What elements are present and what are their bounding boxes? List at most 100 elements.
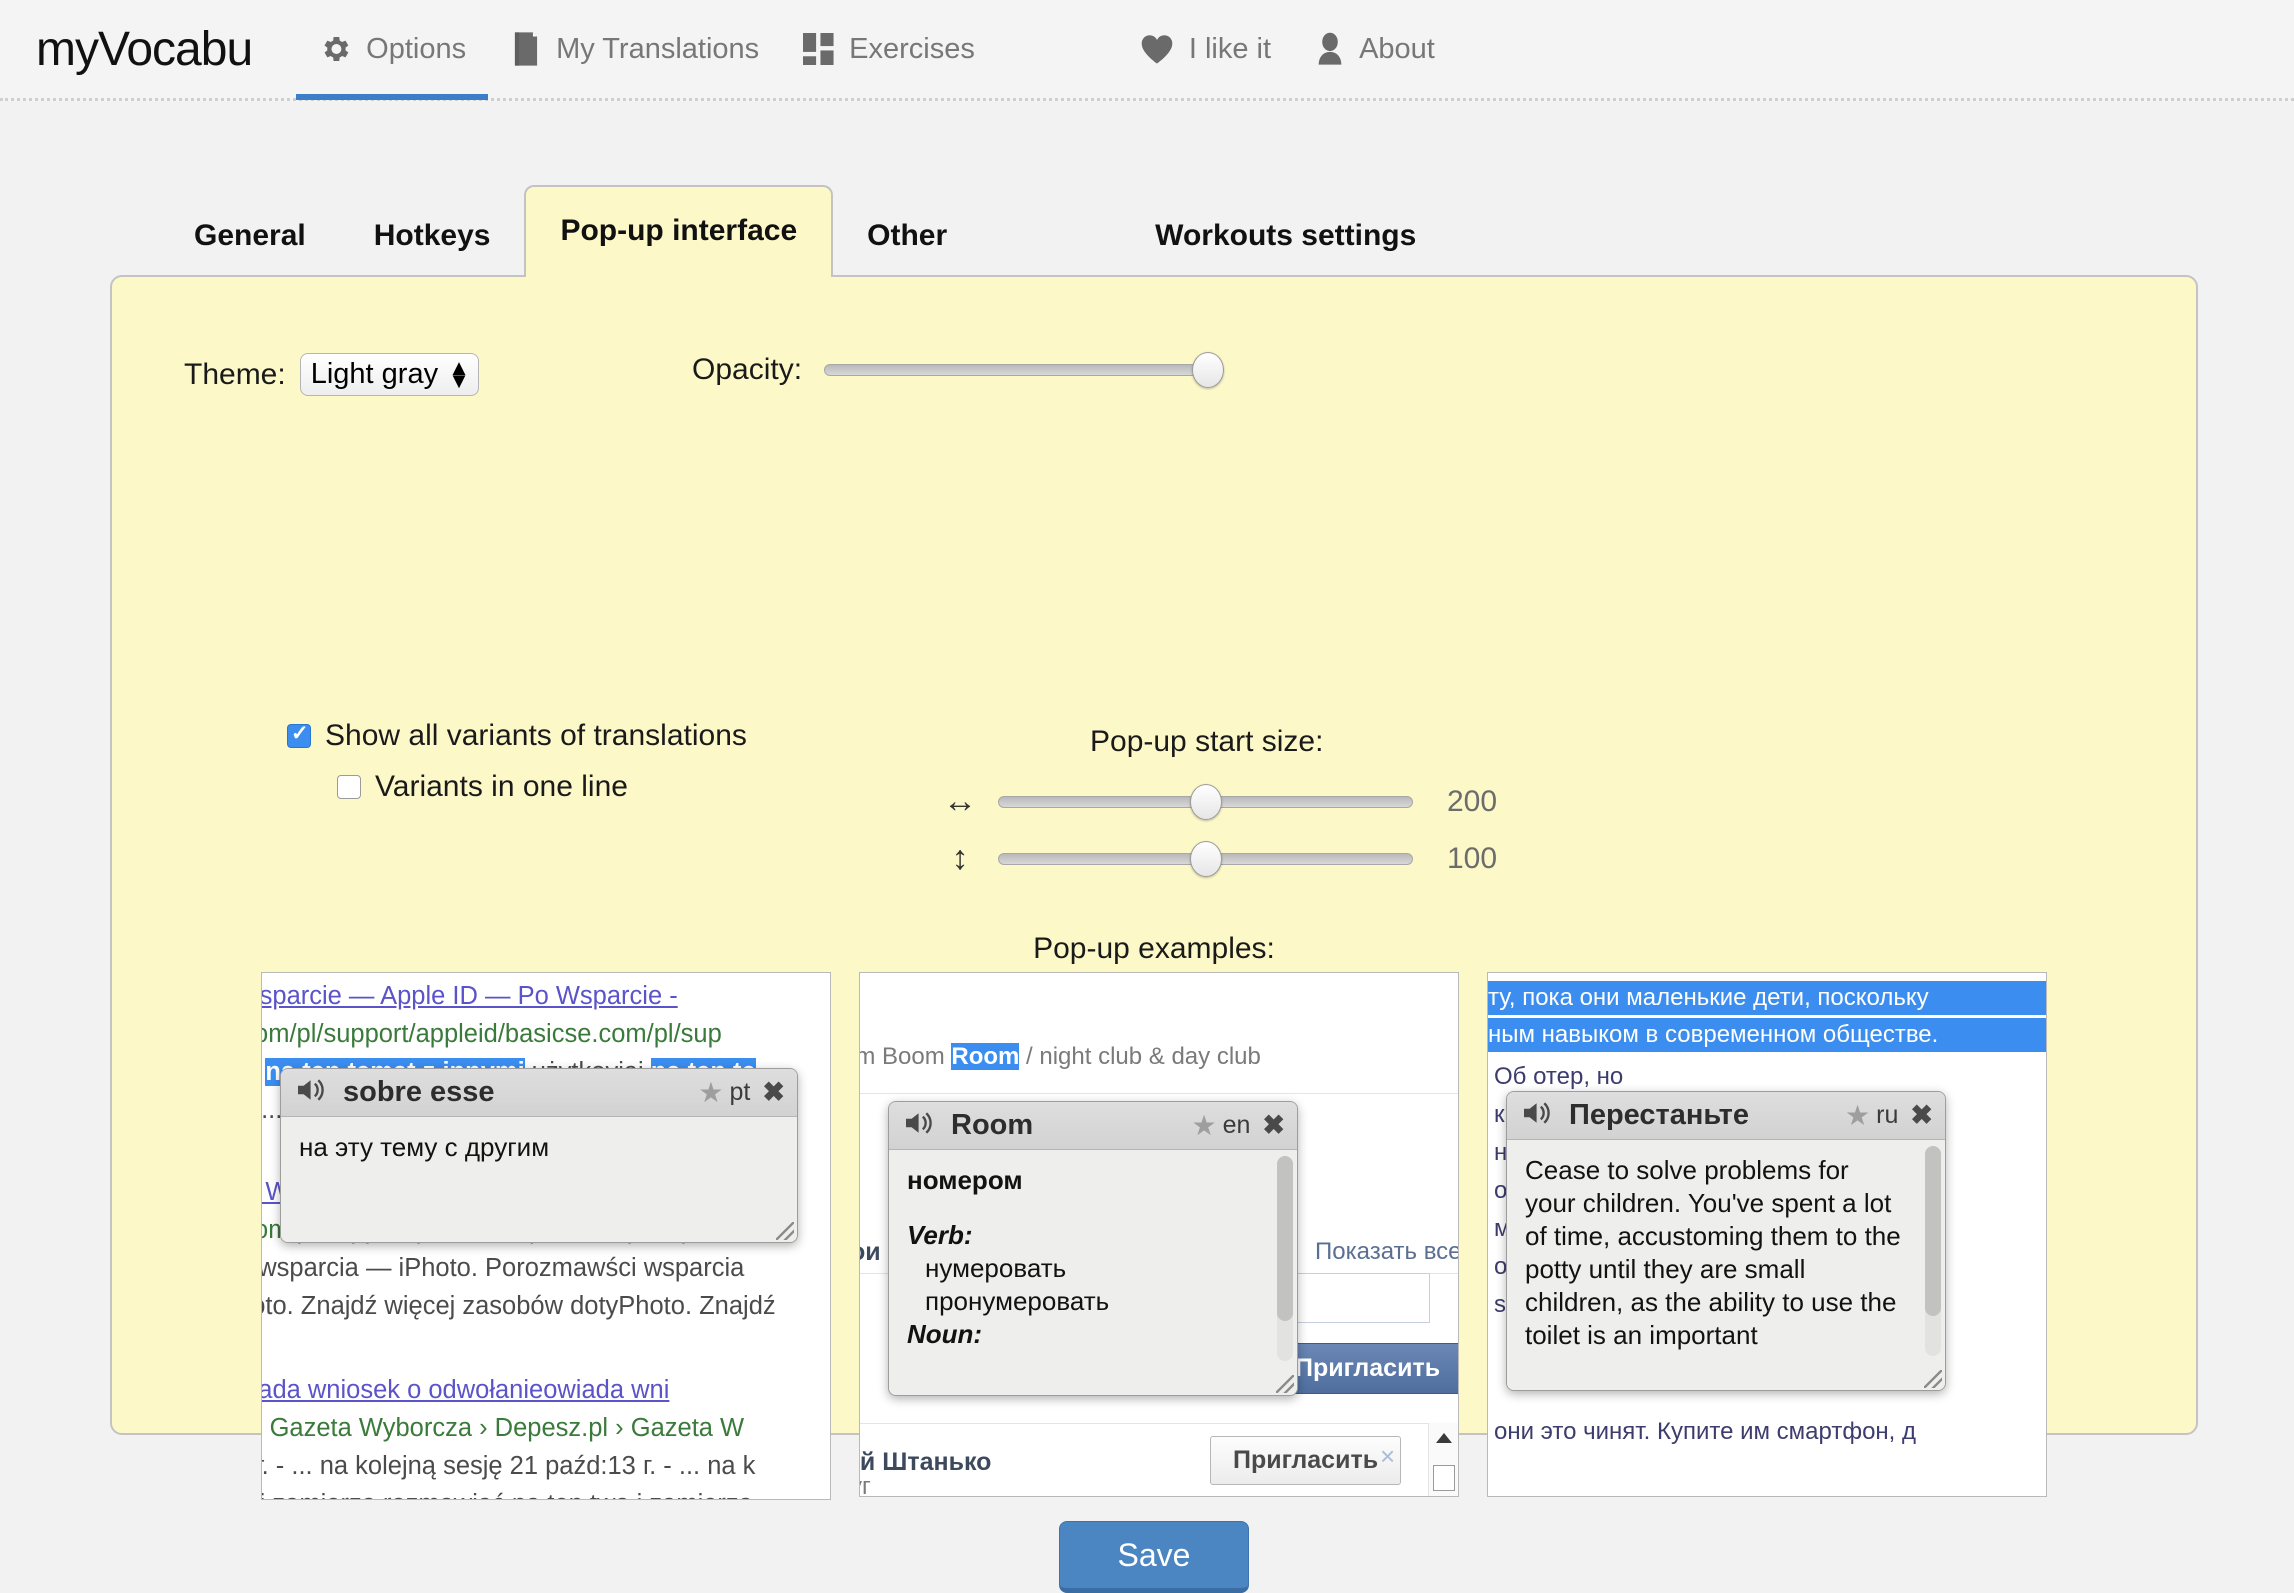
tab-other[interactable]: Other [833, 197, 981, 275]
vk-input[interactable] [1290, 1273, 1430, 1323]
divider [860, 1423, 1458, 1424]
nav-item-options[interactable]: Options [296, 0, 489, 100]
scrollbar-thumb[interactable] [1433, 1465, 1455, 1491]
popup-header: Перестаньте ★ ru ✖ [1507, 1092, 1945, 1140]
vk-fragment: уг [860, 1473, 871, 1497]
show-all-variants-row[interactable]: Show all variants of translations [287, 719, 747, 753]
speaker-icon[interactable] [1521, 1099, 1555, 1133]
tab-workouts-settings[interactable]: Workouts settings [1121, 197, 1450, 275]
popup-width-slider[interactable] [998, 783, 1413, 820]
bg-line: owiada wniosek o odwołanieowiada wni [261, 1376, 670, 1404]
heart-icon [1139, 33, 1175, 65]
popup-language: ru [1876, 1101, 1899, 1129]
popup-word: sobre esse [343, 1076, 495, 1108]
slider-thumb[interactable] [1190, 840, 1222, 877]
book-icon [510, 31, 542, 67]
resize-grip-icon[interactable] [776, 1222, 794, 1240]
popup-width-value: 200 [1447, 784, 1498, 818]
resize-grip-icon[interactable] [1924, 1370, 1942, 1388]
save-button[interactable]: Save [1059, 1521, 1249, 1593]
top-navigation: myVocabu Options My Translations Exercis… [0, 0, 2294, 101]
theme-select[interactable]: Light gray ▲ ▼ [299, 353, 479, 396]
nav-item-about[interactable]: About [1293, 0, 1457, 100]
bg-line: wa i zamierza rozmawiać na ten twa i zam… [262, 1485, 776, 1499]
nav-item-label: My Translations [556, 32, 760, 65]
popup-header: sobre esse ★ pt ✖ [281, 1069, 797, 1117]
divider [860, 1093, 1458, 1094]
nav-item-i-like-it[interactable]: I like it [1117, 0, 1293, 100]
popup-body: на эту тему с другим [281, 1117, 797, 1242]
popup-height-row: ↕ 100 [932, 839, 1517, 878]
close-icon[interactable]: ✖ [1262, 1110, 1285, 1141]
tab-hotkeys[interactable]: Hotkeys [340, 197, 525, 275]
close-icon[interactable]: ✖ [1910, 1100, 1933, 1131]
chevron-updown-icon: ▲ ▼ [448, 355, 470, 393]
popup-examples-row: - Wsparcie — Apple ID — Po Wsparcie - e.… [112, 972, 2196, 1500]
nav-item-exercises[interactable]: Exercises [781, 0, 997, 100]
popup-word: Room [951, 1109, 1034, 1141]
slider-thumb[interactable] [1190, 783, 1222, 820]
remove-x-icon[interactable]: × [1380, 1441, 1395, 1472]
translation-popup[interactable]: sobre esse ★ pt ✖ на эту тему с другим [280, 1068, 798, 1243]
resize-grip-icon[interactable] [1276, 1375, 1294, 1393]
nav-item-label: I like it [1188, 32, 1272, 65]
bg-line: Об отер, но [1494, 1063, 1624, 1090]
horizontal-arrow-icon: ↔ [943, 782, 977, 820]
nav-item-label: Exercises [849, 32, 975, 65]
speaker-icon[interactable] [903, 1109, 937, 1143]
popup-scrollbar[interactable] [1277, 1156, 1293, 1361]
theme-row: Theme: Light gray ▲ ▼ [184, 353, 479, 396]
vk-headline: om Boom Room / night club & day club [860, 1043, 1261, 1070]
translation-popup[interactable]: Room ★ en ✖ номером Verb: нумеровать про… [888, 1101, 1298, 1396]
vk-invite-secondary-button[interactable]: Пригласить [1210, 1436, 1402, 1485]
scrollbar-thumb [1925, 1146, 1941, 1316]
star-icon[interactable]: ★ [1845, 1099, 1870, 1132]
popup-pos: Noun: [907, 1319, 983, 1349]
user-icon [1315, 32, 1345, 66]
speaker-icon[interactable] [295, 1076, 329, 1110]
bg-line: - Wsparcie — Apple ID — Po Wsparcie - [261, 982, 678, 1010]
star-icon[interactable]: ★ [698, 1076, 723, 1109]
chevron-up-icon[interactable] [1436, 1433, 1452, 1443]
translation-popup[interactable]: Перестаньте ★ ru ✖ Cease to solve proble… [1506, 1091, 1946, 1391]
opacity-row: Opacity: [692, 352, 1225, 388]
popup-body: номером Verb: нумеровать пронумеровать N… [889, 1150, 1297, 1395]
popup-examples-label: Pop-up examples: [1033, 932, 1275, 965]
show-all-variants-checkbox[interactable] [287, 721, 311, 748]
vk-bold-fragment: ои [860, 1238, 881, 1266]
nav-item-label: About [1359, 32, 1435, 65]
slider-track [824, 364, 1225, 376]
bg-line: ści wsparcia — iPhoto. Porozmawści wspar… [261, 1254, 745, 1282]
close-icon[interactable]: ✖ [762, 1077, 785, 1108]
example-vk: om Boom Room / night club & day club ои … [859, 972, 1459, 1497]
settings-tabs: General Hotkeys Pop-up interface Other W… [0, 183, 2294, 277]
nav-item-my-translations[interactable]: My Translations [488, 0, 781, 100]
opacity-label: Opacity: [692, 353, 803, 386]
selected-line: ту, пока они маленькие дети, поскольку [1488, 981, 2046, 1015]
vk-scrollbar[interactable] [1428, 1423, 1458, 1496]
popup-word: Перестаньте [1569, 1099, 1750, 1131]
popup-language: en [1222, 1111, 1251, 1139]
bg-line: .pl › Gazeta Wyborcza › Depesz.pl › Gaze… [261, 1414, 745, 1442]
popup-scrollbar[interactable] [1925, 1146, 1941, 1356]
popup-language: pt [729, 1078, 751, 1106]
popup-interface-settings-panel: Theme: Light gray ▲▼ Opacity: Show all v… [110, 275, 2198, 1593]
vk-person-name: ей Штанько [859, 1448, 992, 1476]
opacity-slider[interactable] [824, 352, 1225, 388]
vk-show-all-link[interactable]: Показать всех [1315, 1238, 1458, 1266]
show-all-variants-label: Show all variants of translations [325, 719, 747, 752]
popup-translation-item: нумеровать [925, 1253, 1067, 1283]
tab-pop-up-interface[interactable]: Pop-up interface [524, 185, 834, 277]
selected-line: ным навыком в современном обществе. [1488, 1018, 2046, 1052]
tab-general[interactable]: General [160, 197, 340, 275]
variants-one-line-checkbox[interactable] [337, 775, 361, 799]
popup-height-slider[interactable] [998, 840, 1413, 877]
star-icon[interactable]: ★ [1191, 1109, 1216, 1142]
bg-line: они это чинят. Купите им смартфон, д [1494, 1418, 1917, 1445]
variants-one-line-row[interactable]: Variants in one line [337, 770, 628, 804]
bg-line: 13 г. - ... na kolejną sesję 21 paźd:13 … [261, 1452, 756, 1480]
slider-thumb[interactable] [1192, 352, 1225, 388]
grid-icon [803, 33, 835, 65]
popup-translation-item: пронумеровать [925, 1286, 1110, 1316]
vk-invite-primary-button[interactable]: Пригласить [1270, 1343, 1458, 1394]
